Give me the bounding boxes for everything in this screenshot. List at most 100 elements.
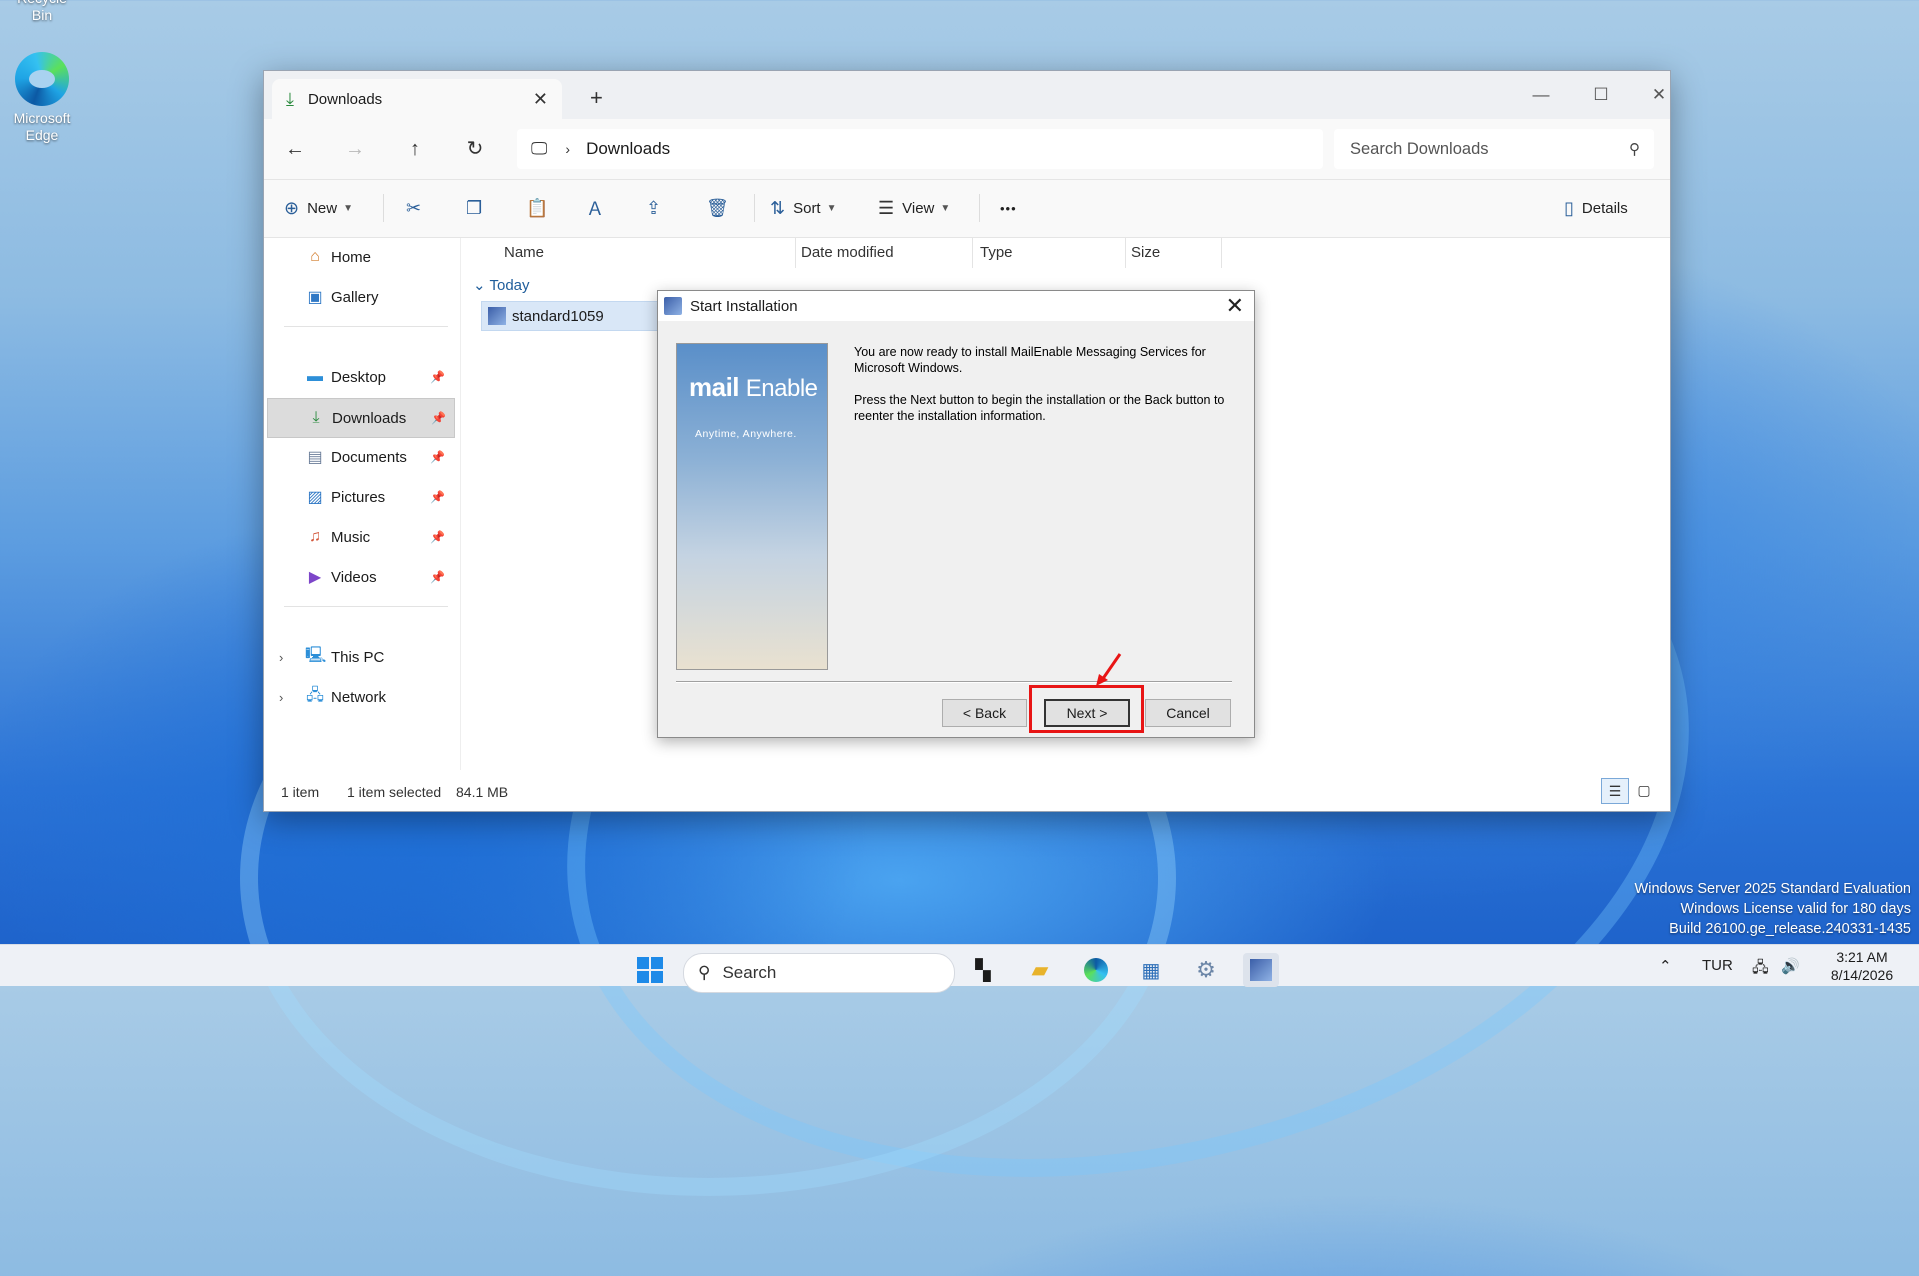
sidebar-item-desktop[interactable]: ▬ Desktop 📌 bbox=[267, 358, 453, 396]
pin-icon: 📌 bbox=[430, 450, 445, 464]
explorer-titlebar: ⤓ Downloads ✕ + — ☐ ✕ bbox=[264, 71, 1670, 119]
sidebar-item-network[interactable]: › 🖧 Network bbox=[267, 678, 453, 716]
maximize-button[interactable]: ☐ bbox=[1581, 77, 1621, 113]
cancel-button[interactable]: Cancel bbox=[1145, 699, 1231, 727]
search-icon: ⚲ bbox=[698, 963, 711, 982]
sidebar-item-documents[interactable]: ▤ Documents 📌 bbox=[267, 438, 453, 476]
server-manager-icon: ▦ bbox=[1141, 959, 1161, 982]
taskbar-edge[interactable] bbox=[1078, 953, 1114, 987]
installer-icon bbox=[1250, 959, 1272, 981]
start-button[interactable] bbox=[632, 953, 668, 987]
breadcrumb-downloads[interactable]: Downloads bbox=[586, 139, 670, 159]
tab-label: Downloads bbox=[307, 90, 383, 108]
status-selected: 1 item selected bbox=[347, 784, 442, 800]
back-button[interactable]: < Back bbox=[942, 699, 1027, 727]
taskbar-installer[interactable] bbox=[1243, 953, 1279, 987]
view-button[interactable]: ☰ View ▼ bbox=[878, 192, 950, 224]
download-arrow-icon: ⤓ bbox=[286, 88, 294, 109]
network-icon[interactable]: 🖧 bbox=[1752, 957, 1769, 982]
column-header-name[interactable]: Name bbox=[498, 238, 796, 268]
sidebar-label: Gallery bbox=[331, 288, 379, 306]
minimize-button[interactable]: — bbox=[1521, 77, 1561, 113]
taskbar-search-label: Search bbox=[722, 963, 777, 982]
taskbar: ⚲ Search ▚ ▰ ▦ ⚙ ⌃ TUR 🖧 🔊 3:21 AM 8/14/… bbox=[0, 944, 1919, 993]
more-options-button[interactable]: ••• bbox=[1000, 192, 1017, 224]
chevron-up-icon[interactable]: ⌃ bbox=[1659, 957, 1672, 975]
back-arrow-icon[interactable]: ← bbox=[278, 133, 312, 165]
up-arrow-icon[interactable]: ↑ bbox=[398, 133, 432, 165]
video-icon: ▶ bbox=[308, 569, 322, 586]
volume-icon[interactable]: 🔊 bbox=[1781, 957, 1800, 975]
sidebar-item-videos[interactable]: ▶ Videos 📌 bbox=[267, 558, 453, 596]
message-paragraph-instructions: Press the Next button to begin the insta… bbox=[854, 393, 1225, 423]
column-header-size[interactable]: Size bbox=[1125, 238, 1222, 268]
desktop-icon: ▬ bbox=[307, 368, 323, 385]
copy-button[interactable]: ❐ bbox=[466, 192, 482, 224]
chevron-right-icon[interactable]: › bbox=[565, 141, 570, 157]
sort-button[interactable]: ⇅ Sort ▼ bbox=[770, 192, 837, 224]
cut-button[interactable]: ✂ bbox=[406, 192, 421, 224]
taskbar-search[interactable]: ⚲ Search bbox=[683, 953, 955, 993]
logo-tagline: Anytime, Anywhere. bbox=[695, 428, 797, 440]
download-arrow-icon: ⤓ bbox=[312, 409, 320, 426]
taskbar-server-manager[interactable]: ▦ bbox=[1133, 953, 1169, 987]
details-button[interactable]: ▯ Details bbox=[1564, 192, 1628, 224]
logo-enable-text: Enable bbox=[745, 375, 818, 402]
search-icon[interactable]: ⚲ bbox=[1629, 140, 1640, 158]
new-tab-button[interactable]: + bbox=[590, 85, 603, 111]
close-tab-icon[interactable]: ✕ bbox=[533, 89, 548, 110]
pin-icon: 📌 bbox=[430, 570, 445, 584]
rename-button[interactable]: Ａ bbox=[586, 192, 604, 224]
sidebar-item-home[interactable]: ⌂ Home bbox=[267, 238, 453, 276]
desktop-recycle-bin[interactable]: Recycle Bin bbox=[7, 0, 77, 24]
taskbar-file-explorer[interactable]: ▰ bbox=[1022, 953, 1058, 987]
gallery-icon: ▣ bbox=[307, 289, 323, 306]
forward-arrow-icon[interactable]: → bbox=[338, 133, 372, 165]
sidebar-item-downloads[interactable]: ⤓ Downloads 📌 bbox=[267, 398, 455, 438]
sidebar-item-pictures[interactable]: ▨ Pictures 📌 bbox=[267, 478, 453, 516]
desktop-edge-shortcut[interactable]: Microsoft Edge bbox=[7, 52, 77, 144]
details-view-icon[interactable]: ☰ bbox=[1601, 778, 1629, 804]
copy-icon: ❐ bbox=[466, 197, 483, 218]
sidebar-label: Videos bbox=[331, 568, 377, 586]
column-header-date-modified[interactable]: Date modified bbox=[795, 238, 973, 268]
group-header-today[interactable]: ⌄ Today bbox=[473, 276, 530, 294]
taskbar-settings[interactable]: ⚙ bbox=[1188, 953, 1224, 987]
mailenable-logo: mail Enable bbox=[689, 372, 818, 403]
search-input[interactable] bbox=[1348, 138, 1602, 160]
task-view-button[interactable]: ▚ bbox=[965, 953, 1001, 987]
chevron-right-icon[interactable]: › bbox=[279, 690, 283, 705]
path-box[interactable]: 🖵 › Downloads bbox=[517, 129, 1323, 169]
sidebar-divider bbox=[284, 326, 448, 327]
column-header-type[interactable]: Type bbox=[974, 238, 1126, 268]
status-size: 84.1 MB bbox=[456, 784, 509, 800]
close-icon[interactable]: ✕ bbox=[1226, 293, 1244, 319]
search-box: ⚲ bbox=[1334, 129, 1654, 169]
next-button-highlight bbox=[1029, 685, 1144, 733]
paste-button[interactable]: 📋 bbox=[526, 192, 548, 224]
details-pane-icon: ▯ bbox=[1564, 197, 1574, 218]
refresh-icon[interactable]: ↻ bbox=[458, 133, 492, 165]
address-bar: ← → ↑ ↻ 🖵 › Downloads ⚲ bbox=[264, 119, 1670, 179]
tab-downloads[interactable]: ⤓ Downloads ✕ bbox=[272, 79, 562, 119]
close-window-button[interactable]: ✕ bbox=[1639, 77, 1679, 113]
folder-icon: ▰ bbox=[1031, 957, 1049, 982]
dialog-title: Start Installation bbox=[690, 297, 798, 315]
delete-button[interactable]: 🗑 bbox=[706, 192, 729, 224]
taskbar-clock[interactable]: 3:21 AM 8/14/2026 bbox=[1812, 948, 1912, 984]
plus-circle-icon: ⊕ bbox=[284, 197, 300, 218]
new-button[interactable]: ⊕ New ▼ bbox=[284, 192, 353, 224]
sidebar-item-music[interactable]: ♫ Music 📌 bbox=[267, 518, 453, 556]
sidebar-item-this-pc[interactable]: › 🖳 This PC bbox=[267, 638, 453, 676]
sidebar-label: This PC bbox=[331, 648, 385, 666]
language-indicator[interactable]: TUR bbox=[1702, 957, 1733, 974]
installer-dialog: Start Installation ✕ mail Enable Anytime… bbox=[657, 290, 1255, 738]
edge-icon bbox=[1084, 958, 1108, 982]
chevron-right-icon[interactable]: › bbox=[279, 650, 283, 665]
large-icons-view-icon[interactable]: ▢ bbox=[1631, 778, 1657, 802]
sidebar-label: Downloads bbox=[332, 409, 407, 427]
computer-icon: 🖳 bbox=[305, 646, 327, 664]
installer-titlebar: Start Installation ✕ bbox=[658, 291, 1254, 321]
sidebar-item-gallery[interactable]: ▣ Gallery bbox=[267, 278, 453, 316]
share-button[interactable]: ⇪ bbox=[646, 192, 661, 224]
